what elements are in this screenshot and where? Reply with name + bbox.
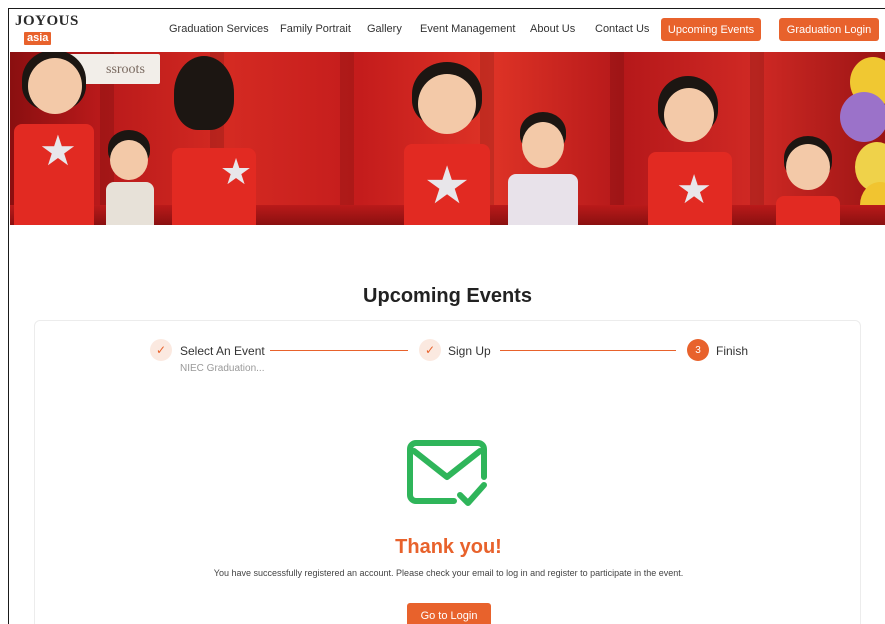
page-title: Upcoming Events (363, 285, 532, 307)
mail-check-icon (407, 440, 487, 506)
go-to-login-button[interactable]: Go to Login (407, 603, 491, 624)
step-2-check-icon: ✓ (419, 339, 441, 361)
step-1-sub: NIEC Graduation... (180, 363, 265, 374)
step-2-label: Sign Up (448, 344, 491, 358)
upcoming-events-button[interactable]: Upcoming Events (661, 18, 761, 41)
site-header: JOYOUS asia Graduation Services Family P… (9, 9, 885, 52)
success-message: You have successfully registered an acco… (213, 568, 684, 578)
thank-you-heading: Thank you! (395, 536, 502, 558)
step-connector-2 (500, 350, 676, 351)
nav-contact-us[interactable]: Contact Us (595, 23, 649, 35)
nav-about-us[interactable]: About Us (530, 23, 575, 35)
step-3-number: 3 (687, 339, 709, 361)
nav-gallery[interactable]: Gallery (367, 23, 402, 35)
graduation-login-button[interactable]: Graduation Login (779, 18, 879, 41)
page-frame: JOYOUS asia Graduation Services Family P… (8, 8, 885, 624)
registration-card: ✓ Select An Event NIEC Graduation... ✓ S… (34, 320, 861, 624)
step-connector-1 (270, 350, 408, 351)
nav-graduation-services[interactable]: Graduation Services (169, 23, 269, 35)
hero-banner-image: ssroots ★ ★ ★ ★ (10, 52, 885, 225)
step-3-label: Finish (716, 344, 749, 358)
step-1-check-icon: ✓ (150, 339, 172, 361)
main-nav: Graduation Services Family Portrait Gall… (9, 9, 885, 52)
step-1-label: Select An Event (180, 344, 265, 358)
nav-family-portrait[interactable]: Family Portrait (280, 23, 351, 35)
nav-event-management[interactable]: Event Management (420, 23, 515, 35)
